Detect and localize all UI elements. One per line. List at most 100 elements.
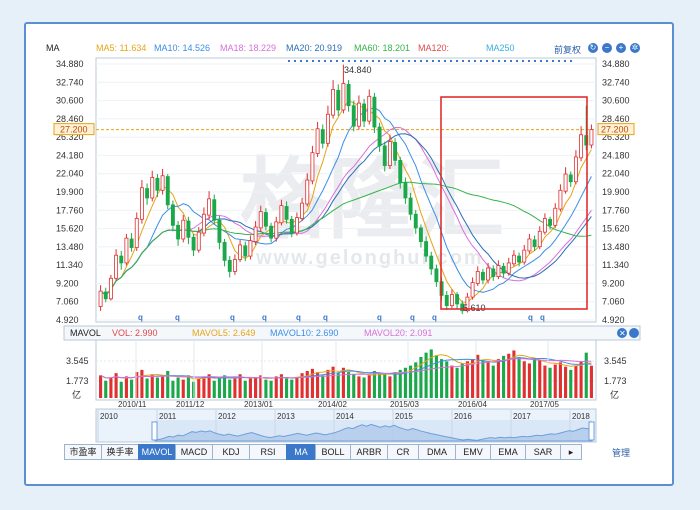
tab-11[interactable]: EMV [455, 444, 491, 460]
candle [553, 207, 558, 226]
tab-4[interactable]: KDJ [212, 444, 250, 460]
price-tick-right: 4.920 [602, 315, 625, 325]
tab-5[interactable]: RSI [249, 444, 287, 460]
tab-7[interactable]: BOLL [315, 444, 351, 460]
volume-bar [517, 356, 521, 398]
candle [346, 83, 351, 107]
candle [382, 145, 387, 166]
event-marker[interactable]: q [262, 313, 267, 322]
candle [248, 240, 253, 257]
settings-volume-icon[interactable] [629, 328, 639, 338]
volume-bar [357, 376, 361, 398]
volume-bar [564, 366, 568, 398]
candle [393, 142, 398, 161]
volume-bar [217, 378, 221, 398]
event-marker[interactable]: q [138, 313, 143, 322]
volume-bar [295, 377, 299, 398]
volume-bar [248, 378, 252, 398]
candle [548, 218, 553, 226]
tab-12[interactable]: EMA [490, 444, 526, 460]
tab-9[interactable]: CR [387, 444, 419, 460]
event-marker[interactable]: q [432, 313, 437, 322]
close-volume-glyph: ✕ [619, 329, 626, 338]
price-tick-left: 11.340 [56, 260, 83, 270]
candle [403, 182, 408, 199]
candle [284, 206, 289, 220]
tab-0[interactable]: 市盈率 [64, 444, 102, 460]
volume-bar [140, 369, 144, 398]
candle [362, 103, 367, 122]
candle [424, 241, 429, 257]
volume-bar [543, 365, 547, 398]
candle [418, 227, 423, 242]
date-tick: 2010/11 [118, 400, 147, 409]
volume-bar [336, 373, 340, 398]
candle [207, 198, 212, 216]
volume-bar [352, 374, 356, 398]
price-tick-left: 28.460 [56, 114, 84, 124]
price-tick-right: 17.760 [602, 205, 630, 215]
tab-more[interactable]: ▸ [560, 444, 582, 460]
volume-bar [347, 372, 351, 398]
price-tick-left: 7.060 [56, 297, 79, 307]
price-tick-right: 24.180 [602, 150, 630, 160]
navigator-handle-left[interactable] [151, 421, 158, 441]
navigator-year: 2010 [100, 412, 118, 421]
candle [408, 197, 413, 215]
tab-10[interactable]: DMA [418, 444, 456, 460]
manage-link[interactable]: 管理 [612, 446, 630, 459]
price-tick-right: 11.340 [602, 260, 629, 270]
price-tick-right: 30.600 [602, 96, 630, 106]
event-marker[interactable]: q [540, 313, 545, 322]
event-marker[interactable]: q [377, 313, 382, 322]
candle [201, 213, 206, 234]
navigator-year: 2012 [218, 412, 236, 421]
volume-tick-right: 3.545 [604, 356, 627, 366]
navigator-year: 2015 [395, 412, 413, 421]
event-marker[interactable]: q [528, 313, 533, 322]
candle [429, 255, 434, 270]
volume-bar [533, 358, 537, 398]
tab-8[interactable]: ARBR [350, 444, 388, 460]
event-marker[interactable]: q [410, 313, 415, 322]
tab-6[interactable]: MA [286, 444, 316, 460]
tab-13[interactable]: SAR [525, 444, 561, 460]
candle [522, 249, 527, 263]
event-marker[interactable]: q [175, 313, 180, 322]
event-marker[interactable]: q [323, 313, 328, 322]
volume-bar [393, 372, 397, 398]
candle [160, 175, 165, 191]
volume-bar [228, 379, 232, 398]
volume-bar [161, 376, 165, 398]
price-tick-right: 19.900 [602, 187, 630, 197]
candle [377, 126, 382, 147]
tab-2[interactable]: MAVOL [138, 444, 176, 460]
tab-3[interactable]: MACD [175, 444, 213, 460]
high-annotation: 34.840 [344, 65, 372, 75]
current-price-label-right: 27.200 [601, 125, 629, 135]
candle [139, 187, 144, 220]
volume-bar [419, 356, 423, 398]
volume-bars [99, 349, 593, 398]
candle [114, 254, 119, 279]
event-marker[interactable]: q [230, 313, 235, 322]
candle [496, 265, 501, 277]
price-tick-left: 30.600 [56, 96, 84, 106]
volume-title: MAVOL [70, 328, 101, 338]
candle [294, 217, 299, 234]
candle [542, 218, 547, 233]
volume-bar [440, 359, 444, 398]
volume-bar [331, 366, 335, 398]
tab-1[interactable]: 换手率 [101, 444, 139, 460]
price-tick-right: 34.880 [602, 59, 630, 69]
candle [227, 259, 232, 272]
event-marker[interactable]: q [296, 313, 301, 322]
candle [258, 211, 263, 229]
price-tick-right: 28.460 [602, 114, 630, 124]
price-tick-left: 24.180 [56, 150, 84, 160]
price-tick-left: 4.920 [56, 315, 79, 325]
date-tick: 2014/02 [318, 400, 347, 409]
price-tick-right: 15.620 [602, 224, 630, 234]
navigator-handle-right[interactable] [588, 421, 595, 441]
volume-bar [145, 378, 149, 398]
